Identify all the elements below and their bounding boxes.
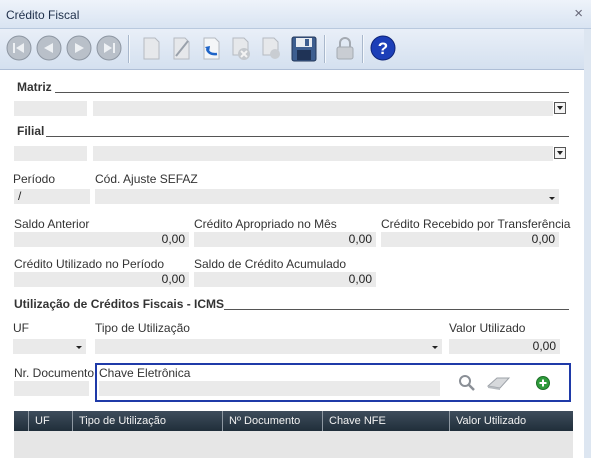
toolbar-separator (362, 35, 364, 63)
chave-eletronica-field[interactable] (99, 381, 440, 396)
edit-icon (173, 37, 190, 60)
last-icon (96, 35, 122, 61)
save-icon (291, 36, 317, 62)
nr-documento-field[interactable] (14, 381, 89, 396)
help-icon: ? (370, 35, 396, 61)
saldo-anterior-field[interactable]: 0,00 (14, 232, 189, 247)
toolbar: ? (0, 29, 591, 70)
grid-col-tipo[interactable]: Tipo de Utilização (72, 411, 222, 431)
valor-utilizado-field[interactable]: 0,00 (449, 339, 560, 354)
window-title: Crédito Fiscal (6, 8, 80, 22)
help-button[interactable]: ? (370, 35, 396, 61)
periodo-field[interactable]: / (14, 189, 90, 204)
toolbar-separator (128, 35, 130, 63)
cod-ajuste-label: Cód. Ajuste SEFAZ (95, 172, 198, 186)
tipo-utilizacao-label: Tipo de Utilização (95, 321, 190, 335)
window-right-border (584, 29, 591, 458)
matriz-name-field[interactable] (93, 101, 553, 116)
credito-apropriado-label: Crédito Apropriado no Mês (194, 217, 337, 231)
saldo-anterior-label: Saldo Anterior (14, 217, 90, 231)
filial-divider (46, 136, 569, 137)
clear-button[interactable] (485, 374, 511, 392)
tipo-utilizacao-select[interactable] (95, 339, 442, 354)
filial-section-title: Filial (17, 124, 45, 138)
grid-col-uf[interactable]: UF (28, 411, 72, 431)
help-glyph: ? (378, 39, 388, 58)
grid-col-chave[interactable]: Chave NFE (322, 411, 449, 431)
cod-ajuste-select[interactable] (95, 189, 559, 204)
delete-button[interactable] (258, 35, 284, 61)
new-button[interactable] (138, 35, 164, 61)
utilizacao-section-title: Utilização de Créditos Fiscais - ICMS (14, 297, 225, 311)
cancel-icon (232, 37, 250, 60)
cancel-button[interactable] (228, 35, 254, 61)
grid-header: UF Tipo de Utilização Nº Documento Chave… (14, 411, 573, 431)
next-record-button[interactable] (66, 35, 92, 61)
matriz-divider (55, 92, 569, 93)
previous-record-button[interactable] (36, 35, 62, 61)
utilizacao-divider (224, 309, 569, 310)
eraser-icon (486, 377, 511, 390)
filial-code-field[interactable] (14, 146, 87, 161)
toolbar-separator (324, 35, 326, 63)
grid-col-valor[interactable]: Valor Utilizado (449, 411, 573, 431)
credito-utilizado-field[interactable]: 0,00 (14, 272, 189, 287)
cod-ajuste-chevron-down-icon[interactable] (549, 197, 555, 200)
credito-apropriado-field[interactable]: 0,00 (194, 232, 376, 247)
matriz-code-field[interactable] (14, 101, 87, 116)
add-icon (536, 376, 550, 390)
delete-icon (262, 37, 280, 59)
first-icon (6, 35, 32, 61)
confirm-icon (203, 37, 220, 60)
saldo-acumulado-field[interactable]: 0,00 (194, 272, 376, 287)
title-bar: Crédito Fiscal × (0, 0, 591, 29)
credito-utilizado-label: Crédito Utilizado no Período (14, 257, 165, 271)
close-icon[interactable]: × (574, 5, 583, 22)
filial-name-field[interactable] (93, 146, 553, 161)
search-button[interactable] (458, 374, 476, 392)
saldo-acumulado-label: Saldo de Crédito Acumulado (194, 257, 347, 271)
previous-icon (36, 35, 62, 61)
add-button[interactable] (535, 375, 551, 391)
first-record-button[interactable] (6, 35, 32, 61)
search-icon (459, 375, 475, 391)
matriz-section-title: Matriz (17, 80, 52, 94)
matriz-dropdown-button[interactable] (554, 102, 566, 114)
next-icon (66, 35, 92, 61)
chave-eletronica-label: Chave Eletrônica (99, 366, 191, 380)
save-button[interactable] (290, 35, 317, 62)
last-record-button[interactable] (96, 35, 122, 61)
credito-recebido-field[interactable]: 0,00 (381, 232, 559, 247)
periodo-label: Período (13, 172, 56, 186)
edit-button[interactable] (168, 35, 194, 61)
uf-label: UF (13, 321, 29, 335)
valor-utilizado-label: Valor Utilizado (449, 321, 526, 335)
credito-recebido-label: Crédito Recebido por Transferência (381, 217, 571, 231)
tipo-utilizacao-chevron-down-icon[interactable] (432, 346, 438, 349)
nr-documento-label: Nr. Documento (14, 366, 95, 380)
filial-dropdown-button[interactable] (554, 147, 566, 159)
lock-icon (336, 37, 354, 60)
new-document-icon (143, 37, 160, 60)
lock-button[interactable] (332, 35, 358, 61)
confirm-button[interactable] (198, 35, 224, 61)
grid-body[interactable] (14, 431, 573, 458)
uf-chevron-down-icon[interactable] (76, 346, 82, 349)
grid-col-documento[interactable]: Nº Documento (222, 411, 322, 431)
